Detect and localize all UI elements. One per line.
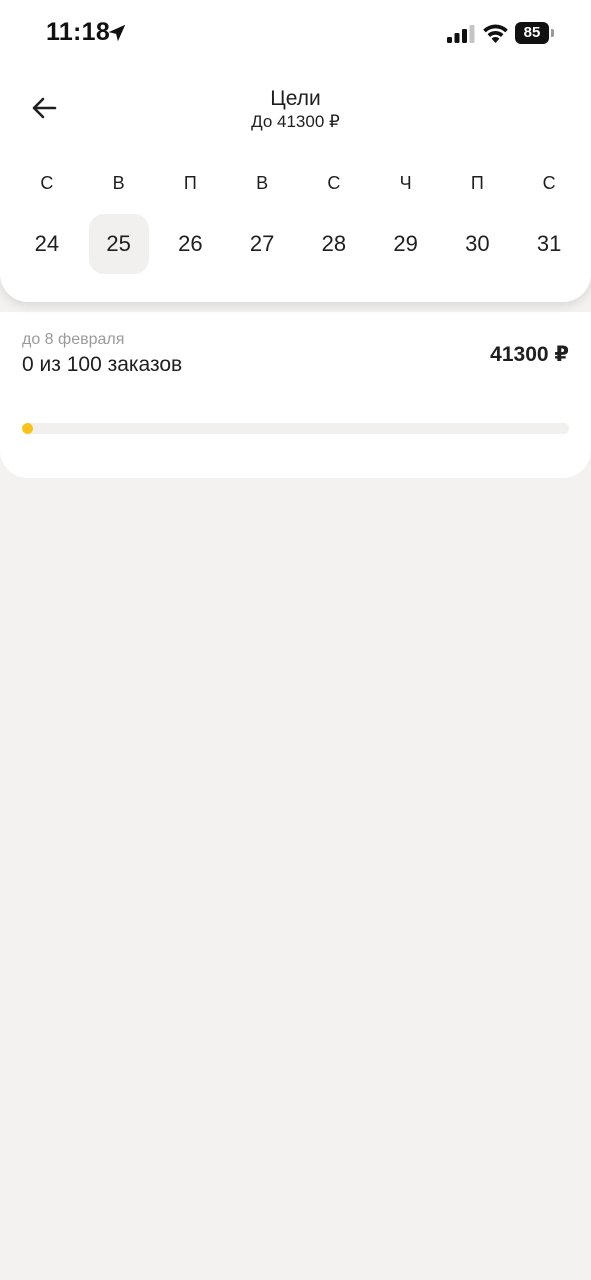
page-title: Цели	[270, 87, 321, 110]
weekday-label: В	[256, 173, 269, 193]
date-cell[interactable]: 31	[513, 214, 585, 274]
weekday-label: П	[470, 173, 484, 193]
date-cell[interactable]: 30	[442, 214, 514, 274]
date-cell[interactable]: 28	[298, 214, 370, 274]
status-bar: 11:18 85	[0, 0, 591, 66]
battery-cap	[551, 29, 554, 37]
goal-progress-bar	[22, 423, 569, 434]
weekday-label: С	[327, 173, 341, 193]
cellular-signal-icon	[447, 25, 475, 43]
arrow-left-icon	[32, 97, 57, 119]
date-label: 27	[249, 231, 275, 256]
date-label: 24	[34, 231, 60, 256]
goal-progress-fill	[22, 423, 33, 434]
battery-level: 85	[515, 22, 549, 44]
dates-row: 24 25 26 27 28 29 30 31	[11, 214, 585, 274]
location-arrow-icon	[108, 24, 126, 42]
status-time: 11:18	[46, 18, 111, 46]
date-label: 25	[88, 214, 149, 274]
goal-progress-text: 0 из 100 заказов	[22, 353, 183, 376]
weekdays-row: С В П В С Ч П С	[11, 170, 585, 196]
date-cell-selected[interactable]: 25	[83, 214, 155, 274]
weekday-label: Ч	[399, 173, 412, 193]
back-button[interactable]	[22, 86, 66, 130]
date-label: 31	[536, 231, 562, 256]
date-cell[interactable]: 24	[11, 214, 83, 274]
top-sheet: 11:18 85 Цели До 41300 ₽ С В П В С Ч П С…	[0, 0, 591, 302]
battery-icon: 85	[515, 22, 555, 44]
weekday-label: С	[40, 173, 54, 193]
goal-amount: 41300 ₽	[490, 343, 569, 366]
page-subtitle: До 41300 ₽	[251, 112, 340, 131]
date-label: 28	[321, 231, 347, 256]
header-titles: Цели До 41300 ₽	[150, 86, 441, 132]
goal-deadline: до 8 февраля	[22, 331, 125, 348]
date-label: 30	[465, 231, 490, 256]
goal-card[interactable]: до 8 февраля 0 из 100 заказов 41300 ₽	[0, 312, 591, 478]
wifi-icon	[483, 24, 508, 43]
weekday-label: С	[542, 173, 556, 193]
date-cell[interactable]: 26	[155, 214, 227, 274]
date-label: 26	[178, 231, 203, 256]
weekday-label: В	[112, 173, 125, 193]
weekday-label: П	[183, 173, 197, 193]
date-cell[interactable]: 29	[370, 214, 442, 274]
date-cell[interactable]: 27	[226, 214, 298, 274]
date-label: 29	[393, 231, 418, 256]
